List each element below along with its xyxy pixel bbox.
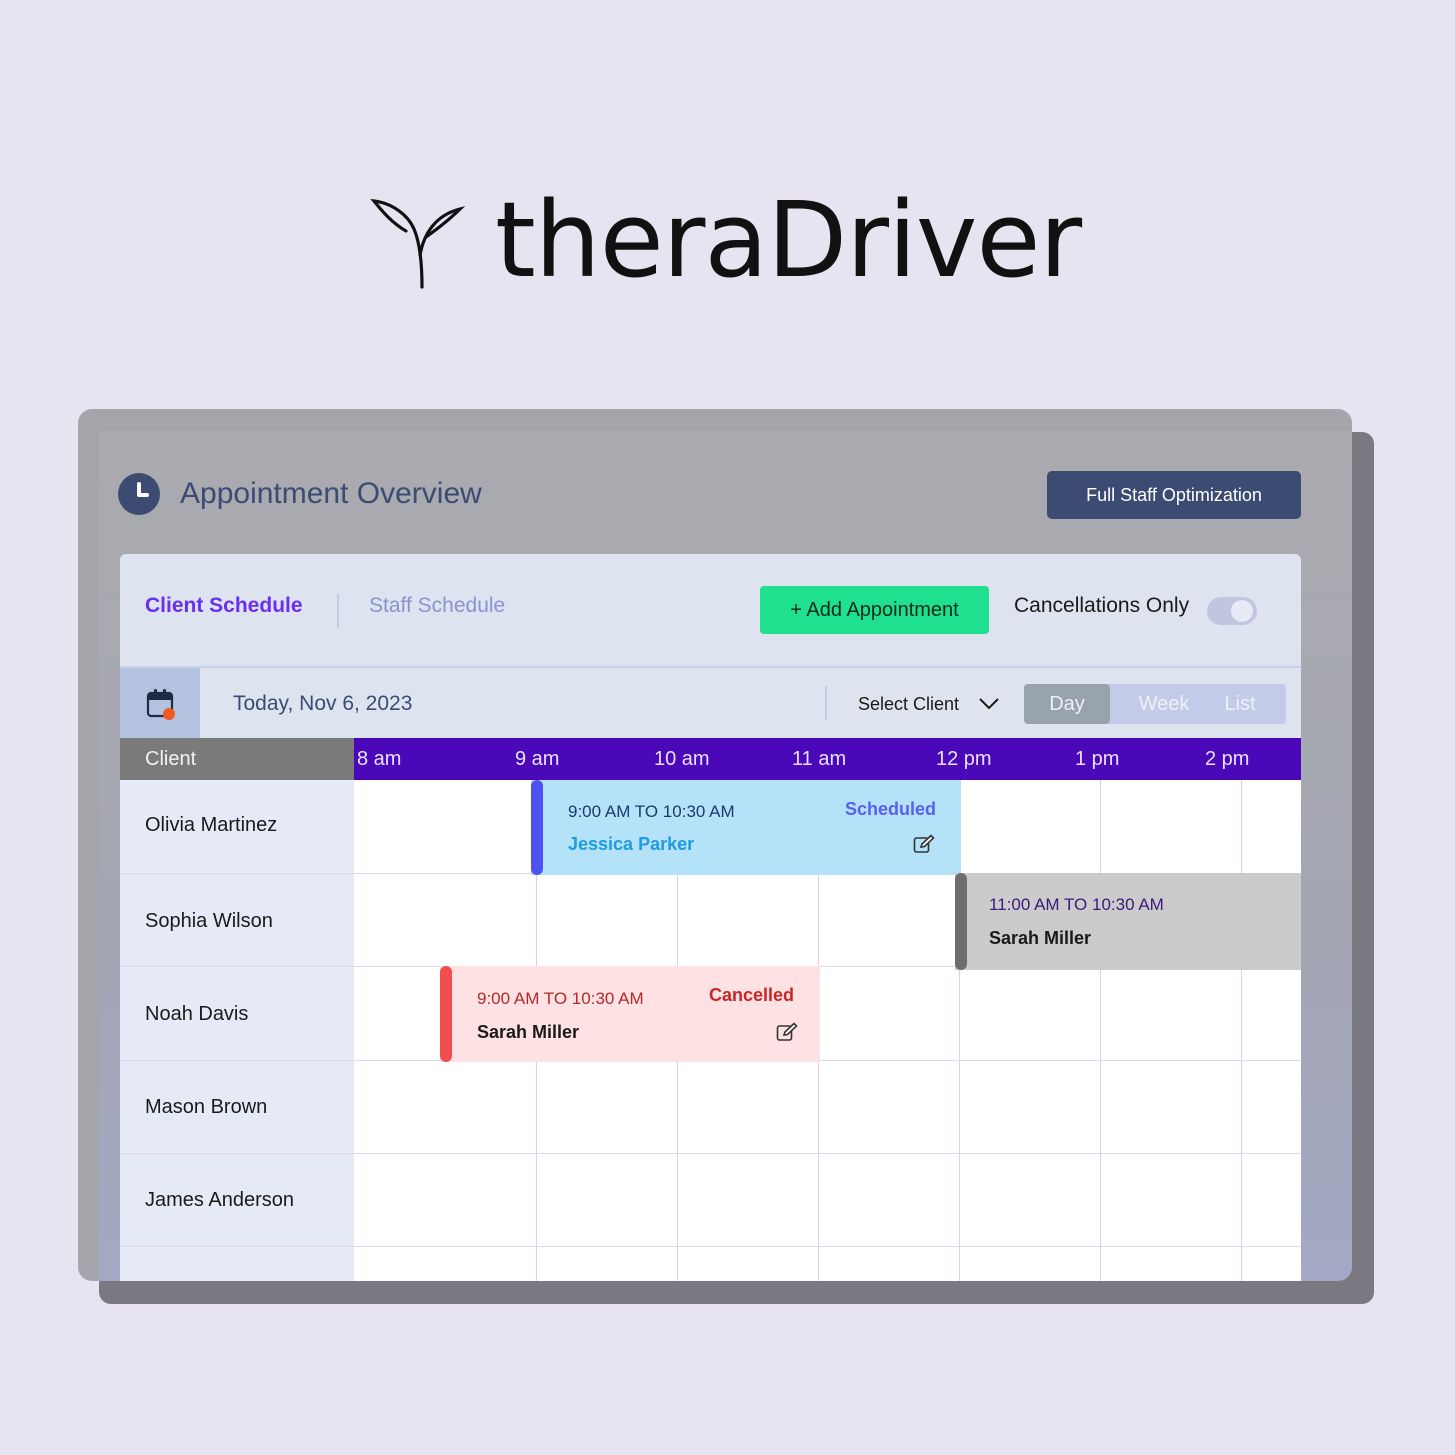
hour-label: 12 pm [936,748,992,770]
tab-staff-schedule[interactable]: Staff Schedule [369,594,505,618]
current-date: Today, Nov 6, 2023 [233,692,413,715]
chevron-down-icon[interactable] [978,696,1000,710]
status-badge: Cancelled [709,985,795,1005]
status-badge: Scheduled [845,799,937,819]
brand-name: theraDriver [495,179,1082,301]
appointment-time: 11:00 AM TO 10:30 AM [989,895,1164,914]
appointment-staff: Sarah Miller [989,928,1092,948]
appointment-time: 9:00 AM TO 10:30 AM [477,989,644,1008]
calendar-icon [146,689,175,720]
hour-label: 10 am [654,748,710,770]
view-week-button[interactable]: Week [1124,684,1204,724]
tab-client-schedule[interactable]: Client Schedule [145,594,303,618]
client-name[interactable]: Olivia Martinez [145,814,277,837]
hour-label: 8 am [357,748,402,770]
appointment-staff: Jessica Parker [568,834,695,854]
schedule-card: Client Schedule Staff Schedule + Add App… [120,554,1301,1281]
select-client-dropdown[interactable]: Select Client [858,694,959,715]
client-name[interactable]: Mason Brown [145,1096,267,1119]
schedule-header: Client 8 am 9 am 10 am 11 am 12 pm 1 pm … [120,738,1301,780]
hour-label: 11 am [792,748,847,770]
edit-icon[interactable] [913,834,935,854]
cancellations-only-label: Cancellations Only [1014,594,1190,617]
date-toolbar: Today, Nov 6, 2023 Select Client Day Wee… [120,666,1301,740]
calendar-button[interactable] [120,668,200,740]
hour-label: 2 pm [1205,748,1250,770]
schedule-grid: Olivia Martinez Sophia Wilson Noah Davis… [120,780,1301,1281]
view-day-button[interactable]: Day [1024,684,1110,724]
toolbar-divider [825,686,827,720]
client-name[interactable]: James Anderson [145,1189,294,1212]
sprout-logo-icon [370,198,465,289]
add-appointment-button[interactable]: + Add Appointment [760,586,989,634]
appointment-panel: Appointment Overview Full Staff Optimiza… [78,409,1352,1281]
client-column-header: Client [120,738,354,780]
client-name[interactable]: Sophia Wilson [145,910,273,933]
appointment-card[interactable]: 11:00 AM TO 10:30 AM Sarah Miller [955,873,1301,970]
tab-divider [337,594,339,628]
clock-icon [118,473,160,515]
page-title: Appointment Overview [180,477,482,510]
client-name[interactable]: Noah Davis [145,1003,248,1026]
cancellations-only-toggle[interactable] [1207,597,1257,625]
appointment-card-cancelled[interactable]: 9:00 AM TO 10:30 AM Sarah Miller Cancell… [440,966,820,1062]
view-switcher: Day Week List [1024,684,1286,724]
hour-label: 9 am [515,748,560,770]
appointment-staff: Sarah Miller [477,1022,580,1042]
appointment-card-scheduled[interactable]: 9:00 AM TO 10:30 AM Jessica Parker Sched… [531,780,961,875]
brand-logo: theraDriver [370,180,1082,300]
hour-label: 1 pm [1075,748,1120,770]
appointment-time: 9:00 AM TO 10:30 AM [568,802,735,821]
view-list-button[interactable]: List [1212,684,1268,724]
edit-icon[interactable] [776,1022,798,1042]
full-staff-optimization-button[interactable]: Full Staff Optimization [1047,471,1301,519]
